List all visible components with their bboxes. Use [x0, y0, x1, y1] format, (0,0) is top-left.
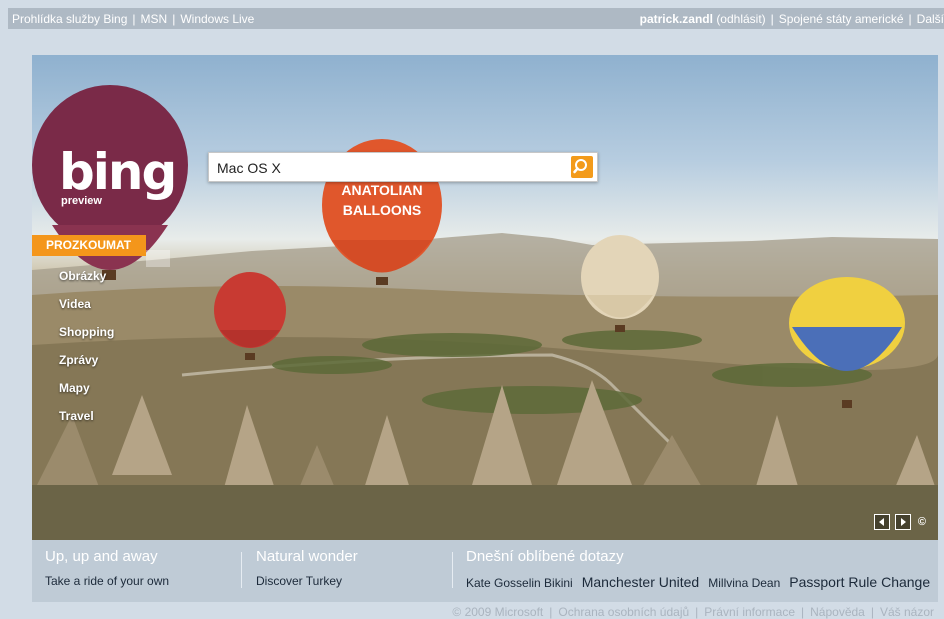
- footer-link-feedback[interactable]: Váš názor: [880, 605, 934, 619]
- popular-queries-title: Dnešní oblíbené dotazy: [466, 548, 624, 565]
- search-button[interactable]: [571, 156, 593, 178]
- popular-queries-column: Dnešní oblíbené dotazy Kate Gosselin Bik…: [466, 548, 932, 590]
- link-msn[interactable]: MSN: [141, 12, 168, 26]
- top-bar: Prohlídka služby Bing | MSN | Windows Live p…: [8, 8, 944, 29]
- link-windows-live[interactable]: Windows Live: [180, 12, 254, 26]
- feature-link-2[interactable]: Discover Turkey: [256, 574, 358, 588]
- top-bar-right: patrick.zandl (odhlásit) | Spojené státy a…: [640, 12, 944, 26]
- separator: |: [908, 12, 912, 26]
- next-arrow-icon: [900, 518, 906, 526]
- separator: |: [132, 12, 136, 26]
- link-bing-tour[interactable]: Prohlídka služby Bing: [12, 12, 127, 26]
- explore-nav: PROZKOUMAT Obrázky Videa Shopping Zprávy…: [32, 235, 172, 430]
- nav-item-travel[interactable]: Travel: [32, 402, 172, 430]
- nav-item-news[interactable]: Zprávy: [32, 346, 172, 374]
- copyright-icon[interactable]: ©: [918, 516, 926, 528]
- footer-copyright: © 2009 Microsoft: [452, 605, 544, 619]
- separator: |: [549, 605, 553, 619]
- search-input[interactable]: [215, 157, 559, 179]
- footer-link-legal[interactable]: Právní informace: [704, 605, 795, 619]
- bing-logo[interactable]: bing preview: [59, 143, 177, 207]
- footer-link-privacy[interactable]: Ochrana osobních údajů: [558, 605, 689, 619]
- more-link[interactable]: Další: [917, 12, 944, 26]
- balloon-text-1: ANATOLIAN: [341, 182, 422, 198]
- query-link[interactable]: Passport Rule Change: [789, 574, 930, 590]
- prev-image-button[interactable]: [873, 514, 890, 530]
- footer-link-help[interactable]: Nápověda: [810, 605, 865, 619]
- nav-item-shopping[interactable]: Shopping: [32, 318, 172, 346]
- explore-header: PROZKOUMAT: [32, 235, 146, 256]
- separator: |: [801, 605, 805, 619]
- query-link[interactable]: Manchester United: [582, 574, 700, 590]
- feature-title-2: Natural wonder: [256, 548, 358, 565]
- balloon-text-2: BALLOONS: [343, 202, 422, 218]
- image-controls: ©: [873, 514, 926, 530]
- search-icon: [573, 159, 587, 174]
- prev-arrow-icon: [878, 518, 884, 526]
- popular-queries-list: Kate Gosselin Bikini Manchester United Mil…: [466, 574, 932, 590]
- query-link[interactable]: Kate Gosselin Bikini: [466, 576, 573, 590]
- region-link[interactable]: Spojené státy americké: [779, 12, 904, 26]
- next-image-button[interactable]: [894, 514, 911, 530]
- nav-item-videos[interactable]: Videa: [32, 290, 172, 318]
- separator: |: [695, 605, 699, 619]
- separator: |: [172, 12, 176, 26]
- bottom-panel: Up, up and away Take a ride of your own …: [32, 540, 938, 602]
- feature-column-2: Natural wonder Discover Turkey: [256, 548, 358, 588]
- divider: [452, 552, 453, 588]
- feature-link-1[interactable]: Take a ride of your own: [45, 574, 169, 588]
- hero-image: ANATOLIAN BALLOONS bing preview Mac OS X…: [32, 55, 938, 540]
- logout-link[interactable]: (odhlásit): [716, 12, 765, 26]
- feature-column-1: Up, up and away Take a ride of your own: [45, 548, 169, 588]
- separator: |: [770, 12, 774, 26]
- logo-word: bing: [59, 143, 177, 201]
- divider: [241, 552, 242, 588]
- top-bar-left: Prohlídka služby Bing | MSN | Windows Live: [12, 12, 254, 26]
- footer: © 2009 Microsoft | Ochrana osobních údajů |…: [452, 605, 934, 619]
- nav-item-maps[interactable]: Mapy: [32, 374, 172, 402]
- separator: |: [870, 605, 874, 619]
- search-box: [208, 152, 598, 182]
- header-accent: [146, 250, 170, 267]
- feature-title-1: Up, up and away: [45, 548, 158, 565]
- query-link[interactable]: Millvina Dean: [708, 576, 780, 590]
- user-name: patrick.zandl: [639, 12, 713, 26]
